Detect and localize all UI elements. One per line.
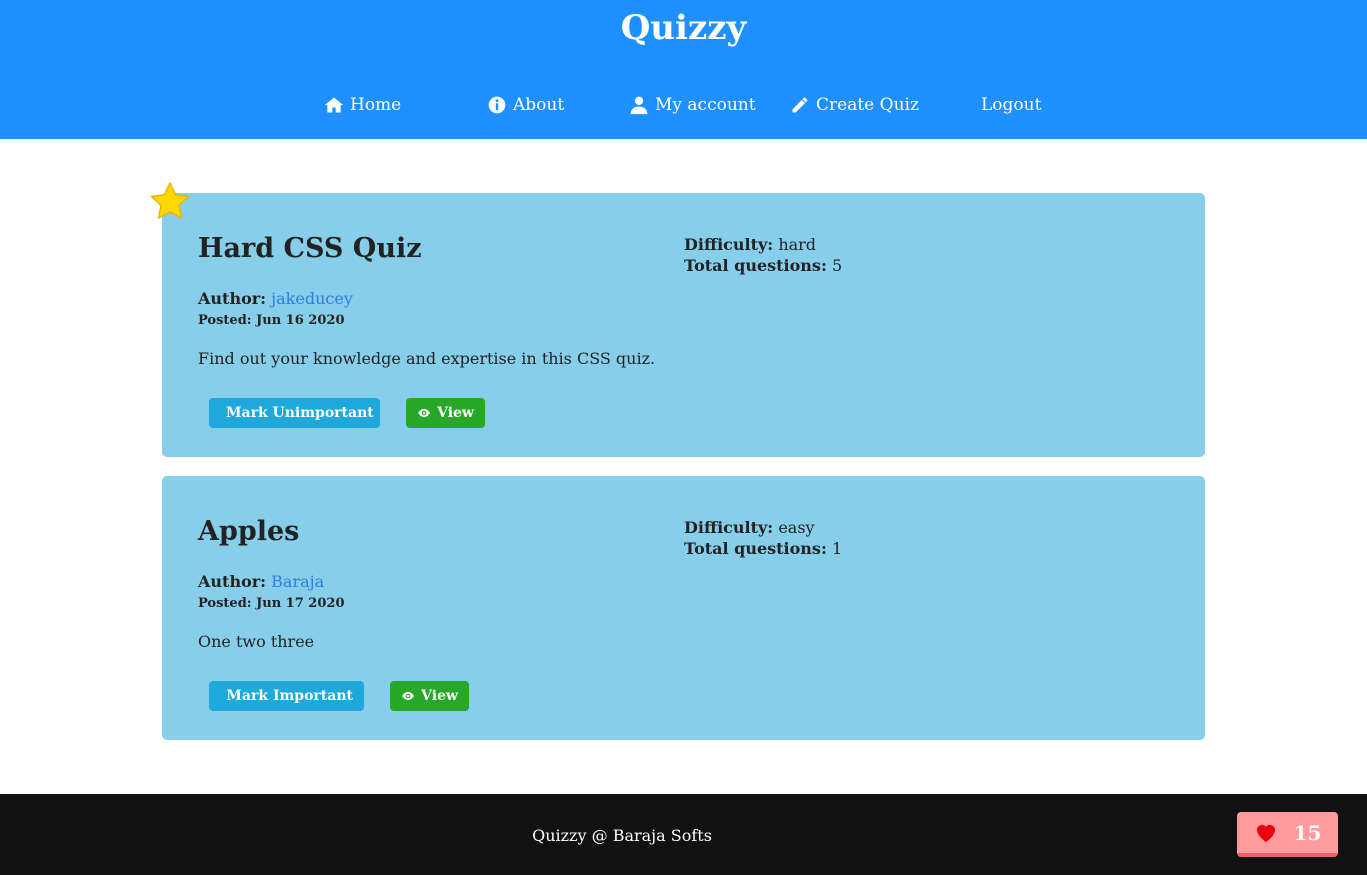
total-questions-label: Total questions:	[684, 256, 827, 275]
quiz-description: One two three	[198, 632, 315, 651]
difficulty-row: Difficulty: easy	[684, 517, 842, 538]
nav-my-account-label: My account	[655, 95, 756, 115]
main-nav: Home About My account Create Quiz Logout	[0, 92, 1367, 120]
total-questions-row: Total questions: 5	[684, 255, 842, 276]
nav-my-account[interactable]: My account	[629, 92, 756, 118]
nav-about[interactable]: About	[487, 92, 564, 118]
footer-copyright: Quizzy @ Baraja Softs	[532, 826, 712, 845]
mark-unimportant-label: Mark Unimportant	[226, 405, 374, 421]
mark-important-label: Mark Important	[226, 688, 353, 704]
difficulty-row: Difficulty: hard	[684, 234, 842, 255]
author-link[interactable]: jakeducey	[271, 289, 353, 308]
nav-logout[interactable]: Logout	[981, 92, 1041, 118]
quiz-title: Apples	[198, 516, 300, 547]
important-star-icon	[150, 182, 190, 219]
like-count: 15	[1293, 820, 1322, 845]
view-button[interactable]: View	[390, 681, 469, 711]
nav-logout-label: Logout	[981, 95, 1042, 115]
difficulty-value: hard	[778, 235, 817, 254]
total-questions-value: 5	[831, 256, 843, 275]
posted-date: Posted: Jun 17 2020	[198, 596, 345, 611]
nav-home[interactable]: Home	[324, 92, 401, 118]
total-questions-label: Total questions:	[684, 539, 827, 558]
nav-about-label: About	[513, 95, 565, 115]
nav-home-label: Home	[350, 95, 402, 115]
site-header: Quizzy Home About My account Create Quiz…	[0, 0, 1367, 139]
user-icon	[630, 96, 648, 115]
view-button[interactable]: View	[406, 398, 485, 428]
view-label: View	[421, 688, 458, 704]
total-questions-row: Total questions: 1	[684, 538, 842, 559]
home-icon	[324, 97, 344, 113]
site-title: Quizzy	[620, 8, 747, 48]
mark-important-button[interactable]: Mark Important	[209, 681, 364, 711]
quiz-author: Author: jakeducey	[198, 289, 353, 308]
quiz-title: Hard CSS Quiz	[198, 233, 422, 264]
pencil-icon	[792, 97, 808, 113]
like-button[interactable]: 15	[1237, 812, 1338, 857]
view-label: View	[437, 405, 474, 421]
eye-icon	[402, 691, 414, 701]
info-icon	[488, 96, 506, 114]
difficulty-value: easy	[778, 518, 815, 537]
quiz-author: Author: Baraja	[198, 572, 324, 591]
quiz-meta: Difficulty: easy Total questions: 1	[684, 517, 842, 559]
quiz-card: Apples Author: Baraja Posted: Jun 17 202…	[162, 476, 1205, 740]
author-link[interactable]: Baraja	[271, 572, 324, 591]
quiz-meta: Difficulty: hard Total questions: 5	[684, 234, 842, 276]
total-questions-value: 1	[831, 539, 843, 558]
eye-icon	[418, 408, 430, 418]
mark-unimportant-button[interactable]: Mark Unimportant	[209, 398, 380, 428]
heart-icon	[1256, 824, 1275, 842]
difficulty-label: Difficulty:	[684, 518, 774, 537]
site-footer: Quizzy @ Baraja Softs	[0, 794, 1367, 875]
nav-create-quiz[interactable]: Create Quiz	[790, 92, 919, 118]
posted-date: Posted: Jun 16 2020	[198, 313, 345, 328]
author-label: Author:	[198, 289, 267, 308]
nav-create-quiz-label: Create Quiz	[816, 95, 919, 115]
quiz-card: Hard CSS Quiz Author: jakeducey Posted: …	[162, 193, 1205, 457]
quiz-description: Find out your knowledge and expertise in…	[198, 349, 656, 368]
author-label: Author:	[198, 572, 267, 591]
difficulty-label: Difficulty:	[684, 235, 774, 254]
